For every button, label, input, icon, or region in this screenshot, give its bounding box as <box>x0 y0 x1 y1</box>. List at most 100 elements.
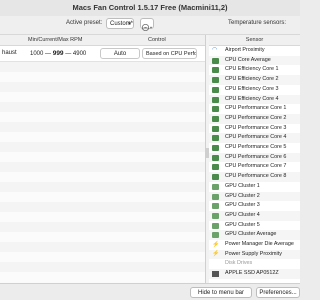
empty-row <box>0 82 205 92</box>
sensor-label: GPU Cluster 5 <box>225 221 260 228</box>
sensor-row[interactable]: CPU Efficiency Core 3 <box>209 85 300 95</box>
empty-row <box>0 142 205 152</box>
sensor-label: Power Manager Die Average <box>225 241 294 247</box>
rpm-column-header: Min/Current/Max RPM <box>28 37 83 43</box>
chip-icon <box>212 86 219 93</box>
chip-icon <box>212 67 219 74</box>
control-column-header: Control <box>148 37 166 43</box>
hide-to-menu-bar-button[interactable]: Hide to menu bar <box>190 287 252 298</box>
preset-options-button[interactable] <box>140 18 154 32</box>
sensor-row[interactable]: CPU Core Average <box>209 55 300 66</box>
preset-select[interactable]: Custom* ▾ <box>106 18 134 29</box>
sensor-row[interactable]: GPU Cluster 2 <box>209 191 300 202</box>
sensor-row[interactable]: GPU Cluster Average <box>209 230 300 240</box>
chip-icon <box>212 115 219 122</box>
sensor-label: APPLE SSD AP0512Z <box>225 270 279 277</box>
gpu-icon <box>212 183 219 190</box>
sensor-row[interactable]: GPU Cluster 5 <box>209 221 300 231</box>
sensor-label: CPU Performance Core 7 <box>225 163 287 170</box>
empty-row <box>0 212 205 222</box>
empty-row <box>0 132 205 142</box>
sensor-label: CPU Performance Core 1 <box>225 105 287 112</box>
sensor-label: Power Supply Proximity <box>225 250 282 257</box>
sensor-label: CPU Efficiency Core 4 <box>225 95 279 102</box>
sensor-row[interactable]: CPU Performance Core 8 <box>209 172 300 182</box>
sensor-row[interactable]: Disk Drives <box>209 259 300 269</box>
auto-button[interactable]: Auto <box>100 48 140 59</box>
sensor-row[interactable]: GPU Cluster 1 <box>209 182 300 192</box>
chip-icon <box>212 106 219 113</box>
sensor-row[interactable]: CPU Efficiency Core 2 <box>209 75 300 85</box>
sensor-row[interactable]: CPU Performance Core 7 <box>209 162 300 172</box>
sensor-row[interactable]: ⚡ Power Supply Proximity <box>209 249 300 260</box>
sensor-label: Disk Drives <box>225 260 253 267</box>
empty-row <box>0 72 205 82</box>
chip-icon <box>212 154 219 161</box>
sensor-row[interactable]: CPU Performance Core 5 <box>209 143 300 153</box>
sensor-row[interactable]: GPU Cluster 3 <box>209 201 300 211</box>
ellipsis-circle-icon <box>141 23 153 32</box>
sensor-row[interactable]: GPU Cluster 4 <box>209 210 300 221</box>
fans-table-header: Min/Current/Max RPM Control <box>0 35 205 46</box>
empty-row <box>0 232 205 242</box>
custom-based-on-button[interactable]: Based on CPU Perfo... <box>142 48 197 59</box>
sensor-row[interactable]: ◠ Airport Proximity <box>209 46 300 56</box>
toolbar: Active preset: Custom* ▾ Temperature sen… <box>0 16 300 35</box>
gpu-icon <box>212 212 219 219</box>
bolt-icon: ⚡ <box>212 241 220 248</box>
sensor-row[interactable]: CPU Efficiency Core 4 <box>209 94 300 105</box>
sensor-label: GPU Cluster Average <box>225 231 277 238</box>
sensor-label: CPU Efficiency Core 2 <box>225 76 279 83</box>
empty-row <box>0 222 205 232</box>
bolt-icon: ⚡ <box>212 251 220 258</box>
empty-row <box>0 252 205 262</box>
sensor-row[interactable]: CPU Performance Core 3 <box>209 124 300 134</box>
gpu-icon <box>212 222 219 229</box>
sensor-label: GPU Cluster 1 <box>225 182 260 189</box>
chip-icon <box>212 77 219 84</box>
bottom-bar: Hide to menu bar Preferences... <box>0 283 300 300</box>
chevron-down-icon: ▾ <box>128 21 131 27</box>
app-window: Macs Fan Control 1.5.17 Free (Macmini11,… <box>0 0 300 300</box>
sensor-label: GPU Cluster 3 <box>225 202 260 209</box>
sensor-row[interactable]: CPU Performance Core 2 <box>209 113 300 124</box>
sensor-label: CPU Performance Core 6 <box>225 153 287 160</box>
sensor-column-header: Sensor <box>209 35 300 46</box>
chip-icon <box>212 57 219 64</box>
sensor-label: CPU Performance Core 4 <box>225 134 287 141</box>
empty-row <box>0 262 205 272</box>
fan-rpm: 1000 — 999 — 4900 <box>30 50 87 57</box>
chip-icon <box>212 164 219 171</box>
wifi-icon: ◠ <box>212 47 218 53</box>
sensor-label: CPU Performance Core 8 <box>225 173 287 180</box>
window-title: Macs Fan Control 1.5.17 Free (Macmini11,… <box>72 3 228 12</box>
sensor-row[interactable]: CPU Performance Core 6 <box>209 152 300 163</box>
empty-row <box>0 242 205 252</box>
chip-icon <box>212 135 219 142</box>
sensor-label: GPU Cluster 2 <box>225 192 260 199</box>
empty-row <box>0 102 205 112</box>
ssd-icon <box>212 271 219 278</box>
fan-name: haust <box>2 50 17 56</box>
empty-row <box>0 272 205 282</box>
sensor-row[interactable]: ⚡ Power Manager Die Average <box>209 240 300 250</box>
empty-row <box>0 162 205 172</box>
gpu-icon <box>212 193 219 200</box>
chip-icon <box>212 174 219 181</box>
sensor-label: CPU Efficiency Core 3 <box>225 85 279 92</box>
sensor-row[interactable]: CPU Performance Core 1 <box>209 104 300 114</box>
sensor-row[interactable]: APPLE SSD AP0512Z <box>209 269 300 279</box>
empty-row <box>0 182 205 192</box>
fan-row: haust 1000 — 999 — 4900 Auto Based on CP… <box>0 46 205 62</box>
empty-row <box>0 62 205 72</box>
active-preset-label: Active preset: <box>66 20 103 26</box>
empty-row <box>0 202 205 212</box>
sensor-label: Airport Proximity <box>225 47 265 53</box>
sensor-row[interactable]: CPU Efficiency Core 1 <box>209 65 300 75</box>
preferences-button[interactable]: Preferences... <box>256 287 300 298</box>
sensor-row[interactable]: CPU Performance Core 4 <box>209 133 300 143</box>
chip-icon <box>212 125 219 132</box>
title-bar: Macs Fan Control 1.5.17 Free (Macmini11,… <box>0 0 300 17</box>
chip-icon <box>212 96 219 103</box>
sensor-label: CPU Performance Core 2 <box>225 114 287 121</box>
